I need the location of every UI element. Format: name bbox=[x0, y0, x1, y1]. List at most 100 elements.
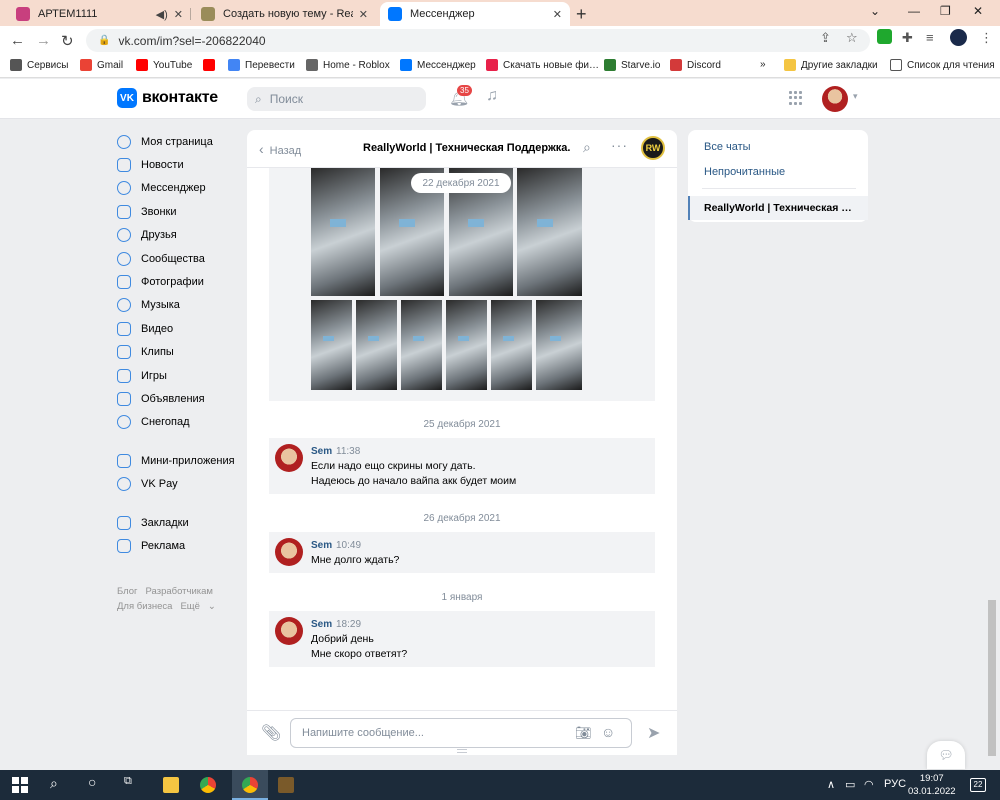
bookmark-discord[interactable]: Discord bbox=[670, 59, 721, 71]
vk-logo[interactable]: VK вконтакте bbox=[117, 88, 218, 108]
camera-icon[interactable]: 📷︎ bbox=[575, 725, 592, 741]
message-time[interactable]: 10:49 bbox=[336, 540, 361, 551]
services-grid-icon[interactable] bbox=[789, 91, 803, 105]
message-time[interactable]: 18:29 bbox=[336, 619, 361, 630]
photo-thumbnail[interactable] bbox=[517, 168, 582, 296]
browser-tab-2[interactable]: Создать новую тему - ReallyWo… ✕ bbox=[193, 2, 376, 26]
menu-friends[interactable]: Друзья bbox=[117, 224, 237, 247]
address-bar[interactable]: 🔒 vk.com/im?sel=-206822040 bbox=[86, 29, 870, 52]
reading-list[interactable]: Список для чтения bbox=[890, 59, 995, 71]
send-icon[interactable]: ➤ bbox=[647, 723, 660, 743]
menu-music[interactable]: Музыка bbox=[117, 294, 237, 317]
tab-search-icon[interactable]: ⌄ bbox=[870, 4, 880, 18]
active-chat-item[interactable]: ReallyWorld | Техническая … bbox=[688, 196, 868, 220]
extensions-puzzle-icon[interactable]: ✚ bbox=[902, 30, 913, 46]
message-time[interactable]: 11:38 bbox=[336, 446, 360, 457]
sender-avatar[interactable] bbox=[275, 444, 303, 472]
footer-more-link[interactable]: Ещё bbox=[180, 601, 199, 612]
menu-vk-pay[interactable]: VK Pay bbox=[117, 472, 237, 495]
more-dots-icon[interactable]: ··· bbox=[611, 137, 628, 153]
emoji-icon[interactable]: ☺ bbox=[601, 724, 615, 740]
minimize-icon[interactable]: — bbox=[908, 4, 920, 18]
menu-messenger[interactable]: Мессенджер bbox=[117, 177, 237, 200]
page-scrollbar[interactable] bbox=[988, 600, 996, 756]
bookmark-gmail[interactable]: Gmail bbox=[80, 59, 123, 71]
media-control-icon[interactable]: ≡ bbox=[926, 30, 934, 45]
photo-thumbnail[interactable] bbox=[401, 300, 442, 390]
system-clock[interactable]: 19:07 03.01.2022 bbox=[908, 772, 956, 798]
search-icon[interactable]: ⌕ bbox=[50, 775, 58, 792]
chat-bubble-icon[interactable]: 💬︎ bbox=[927, 741, 965, 769]
close-window-icon[interactable]: ✕ bbox=[973, 4, 983, 18]
menu-games[interactable]: Игры bbox=[117, 364, 237, 387]
unread-chats-link[interactable]: Непрочитанные bbox=[704, 166, 785, 178]
menu-my-page[interactable]: Моя страница bbox=[117, 130, 237, 153]
close-tab-icon[interactable]: ✕ bbox=[174, 8, 183, 21]
chrome-icon[interactable] bbox=[242, 777, 258, 793]
cortana-icon[interactable]: ○ bbox=[88, 774, 96, 790]
resize-grip-icon[interactable] bbox=[457, 749, 467, 753]
sender-avatar[interactable] bbox=[275, 538, 303, 566]
menu-video[interactable]: Видео bbox=[117, 317, 237, 340]
bookmarks-overflow[interactable]: » bbox=[760, 59, 766, 70]
maximize-icon[interactable]: ❐ bbox=[940, 4, 951, 18]
back-arrow-icon[interactable]: ← bbox=[10, 32, 25, 49]
bookmark-messenger[interactable]: Мессенджер bbox=[400, 59, 476, 71]
photo-thumbnail[interactable] bbox=[356, 300, 397, 390]
bookmark-services[interactable]: Сервисы bbox=[10, 59, 68, 71]
bookmark-roblox[interactable]: Home - Roblox bbox=[306, 59, 390, 71]
photo-thumbnail[interactable] bbox=[536, 300, 582, 390]
notifications-icon[interactable]: 22 bbox=[970, 778, 986, 792]
photo-thumbnail[interactable] bbox=[491, 300, 532, 390]
photo-thumbnail[interactable] bbox=[446, 300, 487, 390]
speaker-icon[interactable]: ◀) bbox=[156, 8, 168, 21]
footer-blog-link[interactable]: Блог bbox=[117, 586, 138, 597]
search-icon[interactable]: ⌕ bbox=[583, 139, 591, 156]
bookmark-youtube[interactable]: YouTube bbox=[136, 59, 192, 71]
user-avatar[interactable] bbox=[822, 86, 848, 112]
paperclip-icon[interactable]: 📎︎ bbox=[261, 723, 281, 743]
close-tab-icon[interactable]: ✕ bbox=[553, 8, 562, 21]
close-tab-icon[interactable]: ✕ bbox=[359, 8, 368, 21]
menu-ads[interactable]: Реклама bbox=[117, 534, 237, 557]
photo-thumbnail[interactable] bbox=[311, 300, 352, 390]
file-explorer-icon[interactable] bbox=[163, 777, 179, 793]
chat-title[interactable]: ReallyWorld | Техническая Поддержка. bbox=[363, 142, 570, 154]
menu-bookmarks[interactable]: Закладки bbox=[117, 511, 237, 534]
chevron-down-icon[interactable]: ▾ bbox=[853, 91, 858, 102]
extension-green-icon[interactable] bbox=[877, 29, 892, 44]
bookmark-starve[interactable]: Starve.io bbox=[604, 59, 660, 71]
photo-thumbnail[interactable] bbox=[311, 168, 375, 296]
vk-search-input[interactable]: ⌕ Поиск bbox=[247, 87, 426, 111]
menu-kebab-icon[interactable]: ⋮ bbox=[980, 30, 993, 46]
menu-clips[interactable]: Клипы bbox=[117, 341, 237, 364]
menu-classifieds[interactable]: Объявления bbox=[117, 387, 237, 410]
minecraft-icon[interactable] bbox=[278, 777, 294, 793]
notifications-bell-icon[interactable]: 🔔︎ 35 bbox=[449, 85, 472, 108]
menu-photos[interactable]: Фотографии bbox=[117, 270, 237, 293]
music-note-icon[interactable]: ♫ bbox=[486, 87, 498, 105]
browser-tab-1[interactable]: АРТЕМ1111 ◀) ✕ bbox=[8, 2, 191, 26]
menu-mini-apps[interactable]: Мини-приложения bbox=[117, 449, 237, 472]
back-button[interactable]: ‹ Назад bbox=[259, 141, 301, 157]
menu-communities[interactable]: Сообщества bbox=[117, 247, 237, 270]
other-bookmarks[interactable]: Другие закладки bbox=[784, 59, 878, 71]
chevron-up-icon[interactable]: ∧ bbox=[827, 778, 835, 791]
wifi-icon[interactable]: ◠ bbox=[864, 778, 874, 791]
menu-news[interactable]: Новости bbox=[117, 153, 237, 176]
chrome-icon[interactable] bbox=[200, 777, 216, 793]
message-author[interactable]: Sem bbox=[311, 446, 332, 457]
forward-arrow-icon[interactable]: → bbox=[36, 32, 51, 49]
menu-snowfall[interactable]: Снегопад bbox=[117, 411, 237, 434]
windows-start-icon[interactable] bbox=[12, 777, 28, 793]
battery-icon[interactable]: ▭ bbox=[845, 778, 855, 791]
browser-tab-3-active[interactable]: Мессенджер ✕ bbox=[380, 2, 570, 26]
bookmark-star-icon[interactable]: ☆ bbox=[846, 30, 858, 46]
bookmark-translate[interactable]: Перевести bbox=[228, 59, 295, 71]
reload-icon[interactable]: ↻ bbox=[61, 32, 74, 50]
bookmark-download[interactable]: Скачать новые фи… bbox=[486, 59, 599, 71]
profile-avatar-icon[interactable] bbox=[950, 29, 967, 46]
chat-avatar[interactable]: RW bbox=[641, 136, 665, 160]
footer-devs-link[interactable]: Разработчикам bbox=[146, 586, 213, 597]
bookmark-youtube-2[interactable] bbox=[203, 59, 220, 71]
